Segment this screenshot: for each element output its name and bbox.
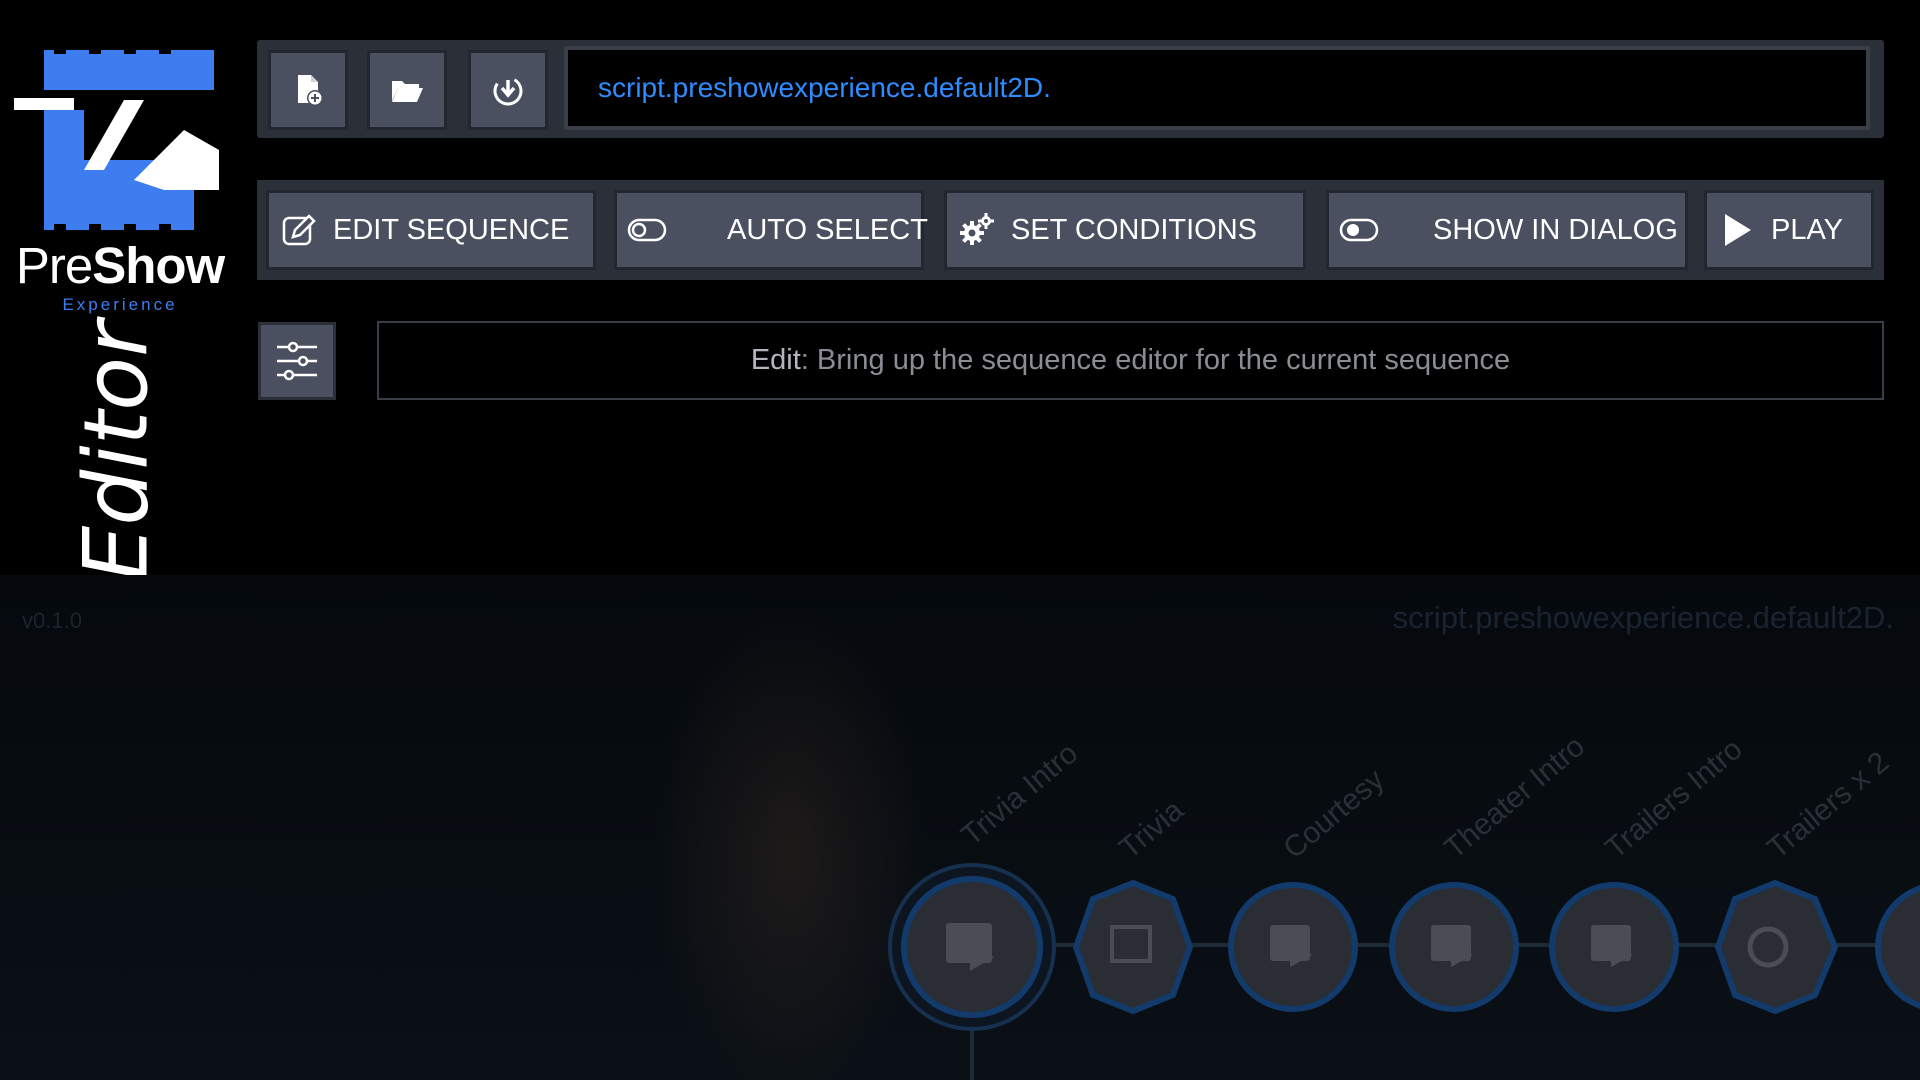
set-conditions-button[interactable]: SET CONDITIONS [944, 190, 1306, 270]
sequence-timeline: Trivia Intro Trivia Courtesy Theater Int… [888, 730, 1920, 1080]
sequence-node-trailers[interactable] [1714, 879, 1839, 1015]
play-button[interactable]: PLAY [1704, 190, 1874, 270]
sliders-icon [277, 341, 317, 381]
help-text-box: Edit: Bring up the sequence editor for t… [377, 321, 1884, 400]
show-in-dialog-label: SHOW IN DIALOG [1433, 213, 1678, 246]
set-conditions-label: SET CONDITIONS [1011, 213, 1257, 246]
edit-sequence-label: EDIT SEQUENCE [333, 213, 570, 246]
toggle-off-icon [627, 210, 667, 250]
sequence-label-trailers-intro: Trailers Intro [1599, 733, 1748, 866]
auto-select-label: AUTO SELECT [727, 213, 928, 246]
brand-name-part2: Show [92, 237, 225, 294]
edit-sequence-button[interactable]: EDIT SEQUENCE [266, 190, 596, 270]
sequence-node-courtesy[interactable] [1228, 882, 1358, 1012]
play-label: PLAY [1771, 213, 1844, 246]
new-file-icon [298, 75, 323, 106]
sequence-path-field[interactable]: script.preshowexperience.default2D. [564, 46, 1870, 130]
gears-icon [957, 210, 997, 250]
sequence-label-theater-intro: Theater Intro [1438, 730, 1591, 866]
toggle-on-icon [1339, 210, 1379, 250]
sequence-node-theater-intro[interactable] [1389, 882, 1519, 1012]
sequence-node-trailers-intro[interactable] [1549, 882, 1679, 1012]
save-sequence-button[interactable] [468, 50, 548, 130]
pencil-edit-icon [279, 210, 319, 250]
sequence-label-courtesy: Courtesy [1277, 763, 1390, 865]
brand-name-part1: Pre [15, 237, 93, 294]
brand-subtitle: Experience [62, 295, 178, 314]
save-download-icon [493, 76, 523, 106]
show-in-dialog-toggle[interactable]: SHOW IN DIALOG [1326, 190, 1688, 270]
film-strip-logo-icon [14, 44, 219, 234]
help-key: Edit [750, 344, 801, 376]
sequence-label-trivia-intro: Trivia Intro [955, 737, 1084, 853]
play-icon [1717, 210, 1757, 250]
sequence-node-partial[interactable] [1875, 885, 1920, 1009]
options-button[interactable] [258, 322, 336, 400]
open-sequence-button[interactable] [367, 50, 447, 130]
sequence-node-trivia[interactable] [1072, 879, 1194, 1015]
sequence-label-trailers: Trailers x 2 [1761, 745, 1895, 865]
open-folder-icon [392, 81, 423, 102]
sequence-label-trivia: Trivia [1113, 793, 1190, 865]
new-sequence-button[interactable] [268, 50, 348, 130]
auto-select-toggle[interactable]: AUTO SELECT [614, 190, 928, 270]
preshow-logo [14, 40, 226, 240]
help-separator: : [800, 344, 809, 376]
help-description: Bring up the sequence editor for the cur… [808, 344, 1511, 376]
brand-name: PreShow [14, 240, 226, 291]
sequence-node-trivia-intro[interactable] [888, 863, 1056, 1031]
